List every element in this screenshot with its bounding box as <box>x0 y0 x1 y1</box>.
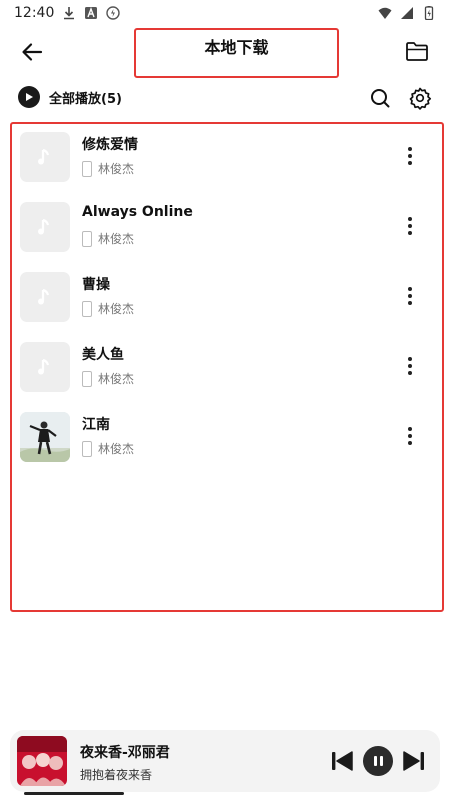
phone-icon <box>82 300 92 317</box>
phone-icon <box>82 370 92 387</box>
font-icon <box>85 7 98 19</box>
song-item[interactable]: 江南 林俊杰 <box>18 412 436 468</box>
battery-icon <box>424 6 434 20</box>
song-title: 美人鱼 <box>82 347 124 363</box>
phone-icon <box>82 440 92 457</box>
song-artist: 林俊杰 <box>98 232 135 246</box>
list-toolbar: 全部播放(5) <box>0 84 450 112</box>
song-artist: 林俊杰 <box>98 442 135 456</box>
song-item[interactable]: 修炼爱情 林俊杰 <box>18 132 436 188</box>
pause-icon <box>373 756 377 766</box>
power-saver-icon <box>106 6 121 20</box>
gear-icon <box>409 87 432 110</box>
skip-previous-icon <box>332 751 353 771</box>
song-title: 江南 <box>82 417 110 433</box>
status-time: 12:40 <box>14 5 55 21</box>
music-note-icon <box>38 288 50 305</box>
song-title: Always Online <box>82 204 193 220</box>
mini-player[interactable]: 夜来香-邓丽君 拥抱着夜来香 <box>10 730 440 792</box>
song-title: 修炼爱情 <box>82 137 138 153</box>
song-title: 曹操 <box>82 277 110 293</box>
top-app-bar: 本地下载 <box>0 26 450 80</box>
play-all-button[interactable]: 全部播放(5) <box>18 86 122 108</box>
song-artist: 林俊杰 <box>98 372 135 386</box>
phone-icon <box>82 160 92 177</box>
song-cover-placeholder <box>20 342 70 392</box>
folder-icon <box>406 42 428 61</box>
song-subtitle: 林俊杰 <box>82 300 134 317</box>
signal-icon <box>401 7 413 19</box>
back-button[interactable] <box>16 36 48 68</box>
more-options-button[interactable] <box>402 354 418 378</box>
more-options-button[interactable] <box>402 214 418 238</box>
song-subtitle: 林俊杰 <box>82 230 134 247</box>
now-playing-art-image <box>17 736 67 786</box>
skip-next-icon <box>403 751 424 771</box>
music-note-icon <box>38 148 50 165</box>
song-item[interactable]: 曹操 林俊杰 <box>18 272 436 328</box>
now-playing-subtitle: 拥抱着夜来香 <box>80 768 153 782</box>
song-artist: 林俊杰 <box>98 302 135 316</box>
page-title: 本地下载 <box>204 38 269 57</box>
song-item[interactable]: Always Online 林俊杰 <box>18 202 436 258</box>
pause-button[interactable] <box>363 746 393 776</box>
album-art-image <box>20 412 70 462</box>
next-button[interactable] <box>402 750 426 772</box>
song-cover-placeholder <box>20 272 70 322</box>
play-all-label: 全部播放(5) <box>49 91 122 107</box>
song-list: 修炼爱情 林俊杰 Always Online 林俊杰 曹操 林俊杰 美人鱼 林俊… <box>10 122 444 612</box>
music-note-icon <box>38 218 50 235</box>
music-note-icon <box>38 358 50 375</box>
title-highlight-box: 本地下载 <box>134 28 339 78</box>
song-subtitle: 林俊杰 <box>82 440 134 457</box>
back-arrow-icon <box>22 43 43 61</box>
song-subtitle: 林俊杰 <box>82 370 134 387</box>
settings-button[interactable] <box>408 86 432 110</box>
song-cover-placeholder <box>20 132 70 182</box>
song-cover-placeholder <box>20 202 70 252</box>
status-bar: 12:40 <box>0 0 450 26</box>
playback-progress-bar <box>24 792 124 795</box>
now-playing-title: 夜来香-邓丽君 <box>80 745 170 761</box>
download-icon <box>64 7 75 20</box>
song-artist: 林俊杰 <box>98 162 135 176</box>
song-cover-photo <box>20 412 70 462</box>
folder-button[interactable] <box>402 36 432 66</box>
song-subtitle: 林俊杰 <box>82 160 134 177</box>
play-icon <box>18 86 40 108</box>
wifi-icon <box>378 7 392 19</box>
more-options-button[interactable] <box>402 284 418 308</box>
previous-button[interactable] <box>330 750 354 772</box>
search-icon <box>371 89 390 108</box>
more-options-button[interactable] <box>402 144 418 168</box>
phone-icon <box>82 230 92 247</box>
song-item[interactable]: 美人鱼 林俊杰 <box>18 342 436 398</box>
more-options-button[interactable] <box>402 424 418 448</box>
search-button[interactable] <box>368 86 392 110</box>
now-playing-cover <box>17 736 67 786</box>
